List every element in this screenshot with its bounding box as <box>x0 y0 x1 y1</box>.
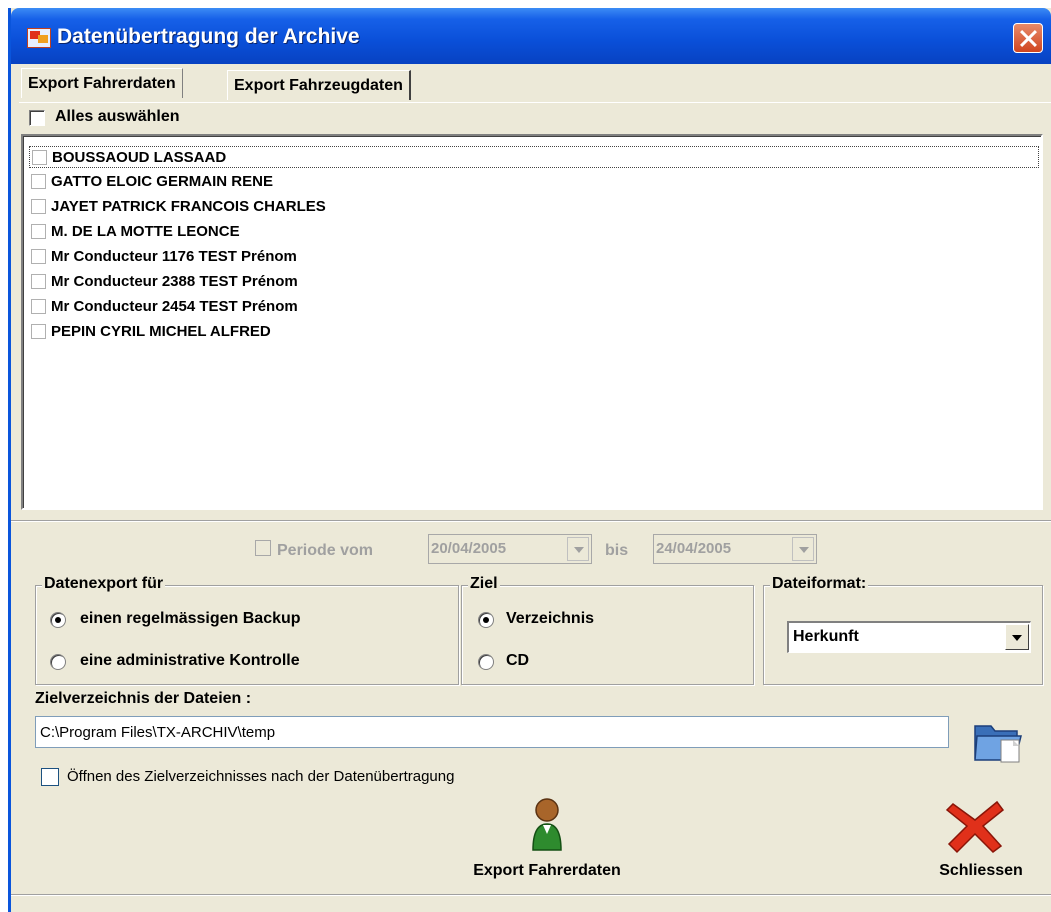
period-checkbox[interactable] <box>255 540 271 556</box>
target-dir-label: Zielverzeichnis der Dateien : <box>35 690 252 707</box>
list-item[interactable]: PEPIN CYRIL MICHEL ALFRED <box>29 321 1039 343</box>
list-item-checkbox[interactable] <box>31 274 46 289</box>
window-title: Datenübertragung der Archive <box>57 25 360 48</box>
date-from-dropdown-icon[interactable] <box>567 537 589 561</box>
title-bar[interactable]: Datenübertragung der Archive <box>11 8 1051 64</box>
dialog-window: Datenübertragung der Archive Export Fahr… <box>8 8 1051 912</box>
list-item-checkbox[interactable] <box>31 324 46 339</box>
list-item[interactable]: BOUSSAOUD LASSAAD <box>29 146 1039 168</box>
list-item-label: Mr Conducteur 2388 TEST Prénom <box>51 273 298 290</box>
ziel-group: Ziel Verzeichnis CD <box>461 575 754 685</box>
list-item-label: JAYET PATRICK FRANCOIS CHARLES <box>51 198 326 215</box>
bis-label: bis <box>605 542 629 559</box>
dateiformat-select[interactable]: Herkunft <box>787 621 1031 653</box>
date-from-picker[interactable]: 20/04/2005 <box>428 534 592 564</box>
list-item[interactable]: GATTO ELOIC GERMAIN RENE <box>29 171 1039 193</box>
list-item-checkbox[interactable] <box>31 224 46 239</box>
person-icon <box>532 798 562 851</box>
list-item-checkbox[interactable] <box>32 150 47 165</box>
section-divider <box>11 520 1051 522</box>
date-to-value: 24/04/2005 <box>656 540 732 557</box>
export-fahrerdaten-label: Export Fahrerdaten <box>473 862 621 879</box>
radio-backup-label[interactable]: einen regelmässigen Backup <box>80 610 301 628</box>
list-item[interactable]: JAYET PATRICK FRANCOIS CHARLES <box>29 196 1039 218</box>
list-item-checkbox[interactable] <box>31 299 46 314</box>
radio-verzeichnis[interactable] <box>478 612 494 628</box>
select-all-label[interactable]: Alles auswählen <box>55 108 180 126</box>
window-close-button[interactable] <box>1013 23 1043 53</box>
list-item-label: BOUSSAOUD LASSAAD <box>52 149 227 166</box>
list-item-label: Mr Conducteur 1176 TEST Prénom <box>51 248 297 265</box>
list-item-label: Mr Conducteur 2454 TEST Prénom <box>51 298 298 315</box>
tab-export-fahrzeugdaten[interactable]: Export Fahrzeugdaten <box>227 70 411 100</box>
radio-cd[interactable] <box>478 654 494 670</box>
schliessen-label: Schliessen <box>939 862 1023 879</box>
list-item[interactable]: Mr Conducteur 1176 TEST Prénom <box>29 246 1039 268</box>
list-item-label: M. DE LA MOTTE LEONCE <box>51 223 240 240</box>
list-item-checkbox[interactable] <box>31 199 46 214</box>
radio-cd-label[interactable]: CD <box>506 652 529 670</box>
folder-icon <box>974 725 1022 763</box>
list-item-checkbox[interactable] <box>31 249 46 264</box>
chevron-down-icon[interactable] <box>1005 624 1029 650</box>
dateiformat-value: Herkunft <box>793 628 859 645</box>
radio-verzeichnis-label[interactable]: Verzeichnis <box>506 610 594 628</box>
radio-backup[interactable] <box>50 612 66 628</box>
export-fahrerdaten-button[interactable]: Export Fahrerdaten <box>447 798 647 888</box>
status-bar <box>11 894 1051 896</box>
date-to-dropdown-icon[interactable] <box>792 537 814 561</box>
open-after-transfer-label[interactable]: Öffnen des Zielverzeichnisses nach der D… <box>67 768 454 785</box>
export-for-legend: Datenexport für <box>42 575 166 593</box>
list-item[interactable]: Mr Conducteur 2388 TEST Prénom <box>29 271 1039 293</box>
ziel-legend: Ziel <box>468 575 500 593</box>
export-for-group: Datenexport für einen regelmässigen Back… <box>35 575 459 685</box>
browse-folder-button[interactable] <box>971 716 1027 766</box>
select-all-checkbox[interactable] <box>29 110 45 126</box>
date-from-value: 20/04/2005 <box>431 540 507 557</box>
open-after-transfer-checkbox[interactable] <box>41 768 59 786</box>
list-item-label: PEPIN CYRIL MICHEL ALFRED <box>51 323 271 340</box>
target-dir-input[interactable] <box>35 716 949 748</box>
radio-kontrolle[interactable] <box>50 654 66 670</box>
radio-kontrolle-label[interactable]: eine administrative Kontrolle <box>80 652 300 670</box>
driver-list[interactable]: BOUSSAOUD LASSAAD GATTO ELOIC GERMAIN RE… <box>21 134 1043 510</box>
list-item[interactable]: Mr Conducteur 2454 TEST Prénom <box>29 296 1039 318</box>
list-item-label: GATTO ELOIC GERMAIN RENE <box>51 173 273 190</box>
tab-export-fahrerdaten[interactable]: Export Fahrerdaten <box>21 68 183 98</box>
list-item[interactable]: M. DE LA MOTTE LEONCE <box>29 221 1039 243</box>
date-to-picker[interactable]: 24/04/2005 <box>653 534 817 564</box>
period-label: Periode vom <box>277 542 374 559</box>
app-icon <box>27 28 51 48</box>
schliessen-button[interactable]: Schliessen <box>921 798 1041 888</box>
tab-divider <box>19 102 1051 103</box>
list-item-checkbox[interactable] <box>31 174 46 189</box>
dateiformat-legend: Dateiformat: <box>770 575 869 593</box>
red-x-icon <box>945 800 1005 854</box>
